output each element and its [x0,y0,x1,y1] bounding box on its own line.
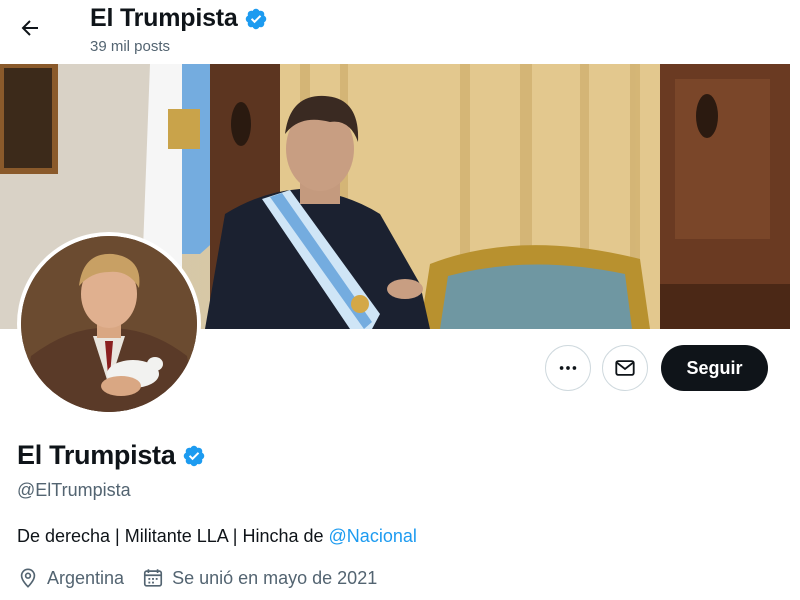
envelope-icon [615,360,635,376]
avatar[interactable] [17,232,201,416]
header-title-row: El Trumpista [90,4,268,33]
verified-badge-icon [245,8,266,29]
profile-bio: De derecha | Militante LLA | Hincha de @… [17,526,417,547]
location-pin-icon [20,568,36,588]
message-button[interactable] [602,345,648,391]
arrow-left-icon [21,20,38,36]
bio-text: De derecha | Militante LLA | Hincha de [17,526,329,546]
calendar-icon [143,569,163,587]
joined-item: Se unió en mayo de 2021 [142,567,377,589]
more-dots-icon [559,366,577,370]
verified-badge-icon[interactable] [182,444,206,468]
profile-name: El Trumpista [17,440,176,470]
location-item: Argentina [17,567,124,589]
more-options-button[interactable] [545,345,591,391]
joined-date: Se unió en mayo de 2021 [172,567,378,588]
header-title: El Trumpista [90,4,238,32]
location-text: Argentina [47,567,125,588]
follow-button[interactable]: Seguir [661,345,768,391]
profile-name-row: El Trumpista [17,440,206,471]
bio-mention-link[interactable]: @Nacional [329,526,417,546]
avatar-image [21,236,197,412]
profile-handle: @ElTrumpista [17,480,131,500]
posts-count: 39 mil posts [90,38,171,55]
profile-meta: Argentina Se unió en mayo de 2021 [17,567,395,589]
back-button[interactable] [12,10,48,46]
profile-header: El Trumpista 39 mil posts [0,0,800,64]
